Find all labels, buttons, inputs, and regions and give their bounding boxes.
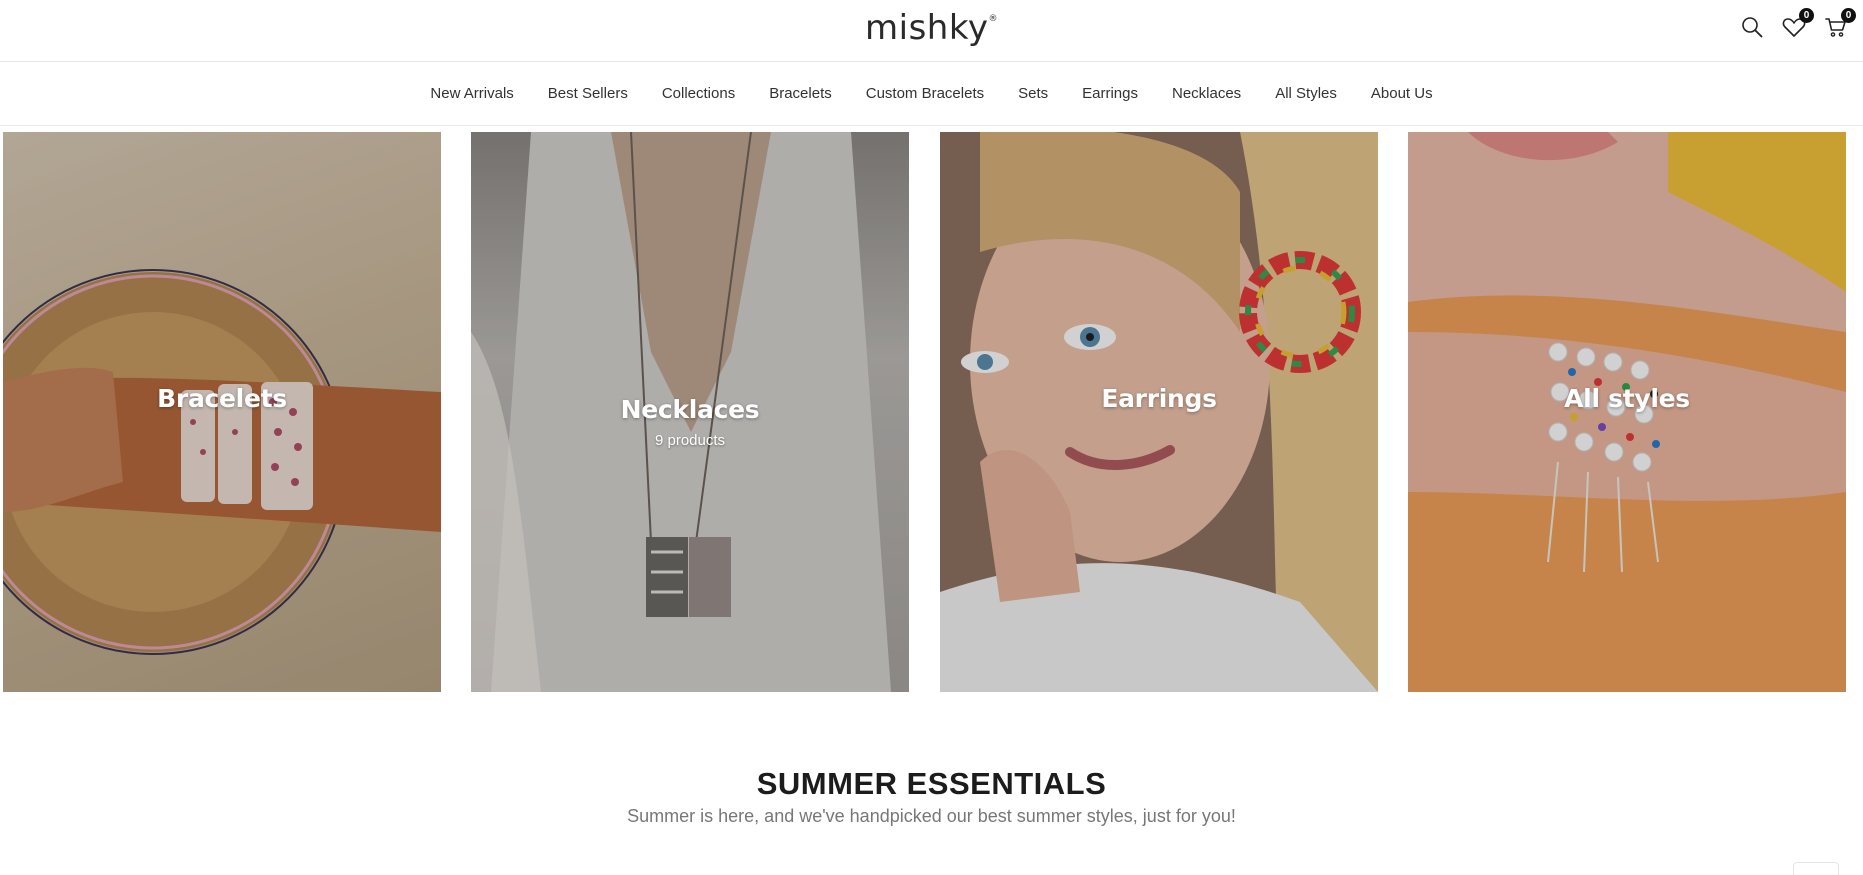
site-header: mishky® 0 0 <box>0 0 1863 62</box>
category-title: Necklaces <box>620 395 760 424</box>
scroll-to-top-button[interactable] <box>1793 862 1839 875</box>
search-icon <box>1742 17 1763 38</box>
category-title: Bracelets <box>157 384 287 413</box>
nav-earrings[interactable]: Earrings <box>1065 85 1155 102</box>
section-title: SUMMER ESSENTIALS <box>756 766 1107 801</box>
category-title: All styles <box>1564 384 1690 413</box>
category-tile-bracelets[interactable]: Bracelets <box>3 132 441 692</box>
nav-bracelets[interactable]: Bracelets <box>752 85 849 102</box>
category-grid: Bracelets Necklaces 9 products Earrings … <box>3 132 1848 692</box>
main-navigation: New Arrivals Best Sellers Collections Br… <box>0 62 1863 126</box>
nav-best-sellers[interactable]: Best Sellers <box>531 85 645 102</box>
nav-sets[interactable]: Sets <box>1001 85 1065 102</box>
category-tile-all-styles[interactable]: All styles <box>1408 132 1846 692</box>
category-tile-earrings[interactable]: Earrings <box>940 132 1378 692</box>
wishlist-button[interactable]: 0 <box>1781 8 1814 40</box>
logo[interactable]: mishky® <box>0 8 1863 48</box>
logo-text: mishky <box>865 8 989 48</box>
nav-new-arrivals[interactable]: New Arrivals <box>413 85 530 102</box>
nav-collections[interactable]: Collections <box>645 85 752 102</box>
category-title: Earrings <box>1101 384 1217 413</box>
search-button[interactable] <box>1739 14 1765 40</box>
category-product-count: 9 products <box>654 432 726 449</box>
nav-all-styles[interactable]: All Styles <box>1258 85 1354 102</box>
category-tile-necklaces[interactable]: Necklaces 9 products <box>471 132 909 692</box>
nav-about-us[interactable]: About Us <box>1354 85 1450 102</box>
header-icons: 0 0 <box>1739 8 1856 40</box>
cart-button[interactable]: 0 <box>1823 8 1856 40</box>
nav-custom-bracelets[interactable]: Custom Bracelets <box>849 85 1001 102</box>
section-subtitle: Summer is here, and we've handpicked our… <box>627 806 1236 826</box>
registered-mark: ® <box>988 14 998 24</box>
cart-count-badge: 0 <box>1841 8 1856 23</box>
wishlist-count-badge: 0 <box>1799 8 1814 23</box>
nav-necklaces[interactable]: Necklaces <box>1155 85 1258 102</box>
